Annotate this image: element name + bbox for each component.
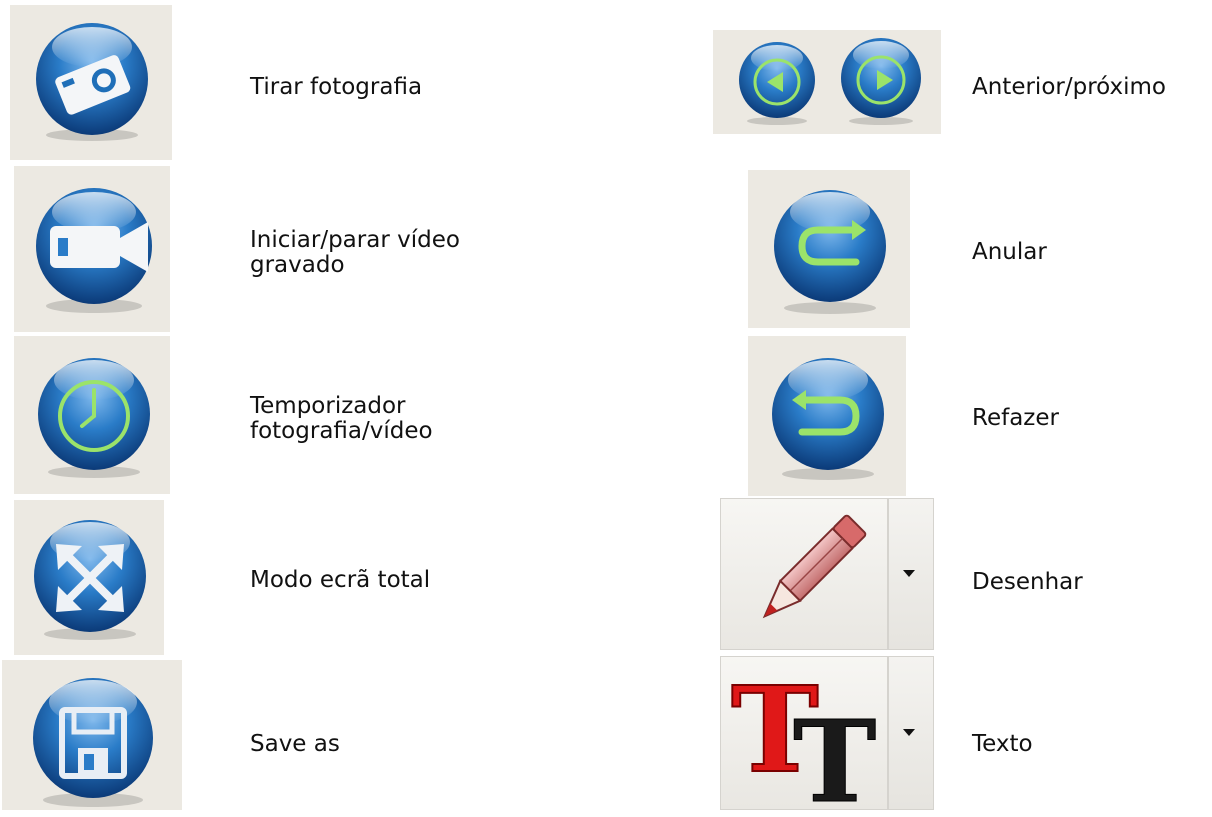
draw-tool-button[interactable]	[720, 498, 888, 650]
previous-arrow-icon[interactable]	[733, 38, 821, 126]
legend-label-record-video: Iniciar/parar vídeo gravado	[250, 227, 460, 278]
chevron-down-icon	[903, 729, 915, 736]
text-tool-button[interactable]: T T	[720, 656, 888, 810]
legend-label-text: Texto	[972, 731, 1033, 757]
legend-label-save-as: Save as	[250, 731, 340, 757]
record-video-button[interactable]	[14, 166, 170, 332]
legend-label-undo: Anular	[972, 239, 1047, 265]
legend-label-fullscreen: Modo ecrã total	[250, 567, 431, 593]
fullscreen-arrows-icon	[34, 520, 146, 640]
svg-text:T: T	[793, 697, 876, 805]
floppy-disk-icon	[33, 678, 153, 807]
legend-label-draw: Desenhar	[972, 569, 1083, 595]
camera-button[interactable]	[10, 5, 172, 160]
undo-button[interactable]	[748, 170, 910, 328]
redo-arrow-icon	[772, 358, 884, 480]
text-tool-icon: T T	[730, 663, 877, 805]
redo-button[interactable]	[748, 336, 906, 496]
save-as-button[interactable]	[2, 660, 182, 810]
video-camera-icon	[36, 188, 152, 313]
previous-next-buttons	[713, 30, 941, 134]
camera-icon	[36, 23, 148, 141]
undo-arrow-icon	[774, 190, 886, 314]
timer-button[interactable]	[14, 336, 170, 494]
legend-label-take-photo: Tirar fotografia	[250, 74, 423, 100]
draw-tool-dropdown[interactable]	[888, 498, 934, 650]
clock-icon	[38, 358, 150, 478]
legend-label-previous-next: Anterior/próximo	[972, 74, 1166, 100]
pencil-icon	[762, 514, 867, 619]
legend-label-redo: Refazer	[972, 405, 1059, 431]
next-arrow-icon[interactable]	[835, 34, 927, 126]
text-tool-dropdown[interactable]	[888, 656, 934, 810]
fullscreen-button[interactable]	[14, 500, 164, 655]
legend-label-timer: Temporizador fotografia/vídeo	[250, 393, 433, 444]
chevron-down-icon	[903, 570, 915, 577]
